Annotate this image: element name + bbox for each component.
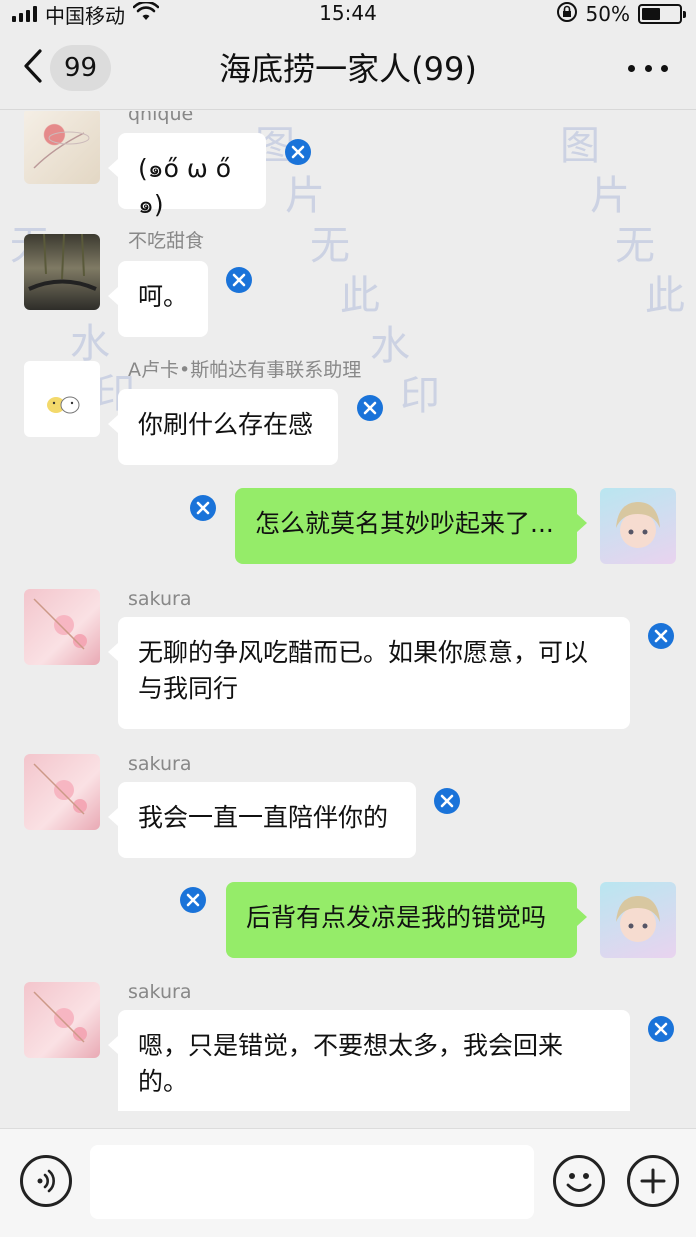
sender-name: qnique [128,111,194,125]
message-bubble[interactable]: 无聊的争风吃醋而已。如果你愿意，可以与我同行 [108,617,630,729]
more-actions-button[interactable] [627,1155,679,1207]
message-bubble[interactable]: 嗯，只是错觉，不要想太多，我会回来的。 [108,1010,630,1111]
avatar[interactable] [24,589,100,665]
avatar[interactable] [24,982,100,1058]
watermark-char: 无 [310,223,350,269]
close-x-icon[interactable] [180,887,206,913]
avatar[interactable] [600,882,676,958]
message-text: 嗯，只是错觉，不要想太多，我会回来的。 [138,1031,564,1096]
sender-name: sakura [128,981,192,1003]
input-bar [0,1128,696,1237]
close-x-icon[interactable] [648,623,674,649]
message-bubble[interactable]: 怎么就莫名其妙吵起来了... [235,488,587,564]
voice-icon [23,1169,69,1208]
message-text: 你刷什么存在感 [138,410,314,439]
close-x-icon[interactable] [357,395,383,421]
watermark-char: 的 [535,111,575,119]
message-bubble[interactable]: 我会一直一直陪伴你的 [108,782,416,858]
plus-icon [630,1168,676,1208]
message-input[interactable] [90,1145,534,1219]
watermark-char: 图 [560,123,600,169]
avatar[interactable] [24,111,100,184]
message-text: 我会一直一直陪伴你的 [138,803,389,832]
message-text: (๑ő ω ő๑) [138,154,232,219]
avatar[interactable] [600,488,676,564]
chat-message-list[interactable]: 成 的 图 片 无 此 水 印 成 的 图 片 无 此 无 水 印 qnique… [0,111,696,1111]
close-x-icon[interactable] [226,267,252,293]
watermark-char: 的 [230,111,270,119]
sender-name: 不吃甜食 [128,230,205,252]
message-bubble[interactable]: 你刷什么存在感 [108,389,338,465]
sender-name: sakura [128,588,192,610]
close-x-icon[interactable] [190,495,216,521]
close-x-icon[interactable] [285,139,311,165]
watermark-char: 此 [645,273,685,319]
watermark-char: 此 [340,273,380,319]
emoji-button[interactable] [553,1155,605,1207]
close-x-icon[interactable] [434,788,460,814]
message-text: 后背有点发凉是我的错觉吗 [246,903,547,932]
emoji-icon [556,1173,602,1208]
message-text: 怎么就莫名其妙吵起来了... [255,509,554,538]
lock-rotation-icon [556,1,578,28]
message-text: 无聊的争风吃醋而已。如果你愿意，可以与我同行 [138,638,589,703]
watermark-char: 片 [285,173,325,219]
sender-name: sakura [128,753,192,775]
message-bubble[interactable]: 后背有点发凉是我的错觉吗 [226,882,587,958]
battery-icon [638,4,686,24]
avatar[interactable] [24,234,100,310]
message-text: 呵。 [138,282,189,311]
message-bubble[interactable]: 呵。 [108,261,208,337]
more-dots-icon [628,64,668,72]
watermark-char: 无 [615,223,655,269]
watermark-char: 印 [400,373,440,419]
more-options-button[interactable] [628,56,668,80]
status-bar: 中国移动 15:44 50% [0,0,696,28]
avatar[interactable] [24,754,100,830]
watermark-char: 片 [590,173,630,219]
battery-percent: 50% [585,2,630,26]
close-x-icon[interactable] [648,1016,674,1042]
voice-button[interactable] [20,1155,72,1207]
watermark-char: 水 [370,323,410,369]
sender-name: A卢卡•斯帕达有事联系助理 [128,359,362,381]
avatar[interactable] [24,361,100,437]
nav-bar: 99 海底捞一家人(99) [0,28,696,110]
message-bubble[interactable]: (๑ő ω ő๑) [108,133,266,219]
chat-title: 海底捞一家人(99) [219,50,477,88]
